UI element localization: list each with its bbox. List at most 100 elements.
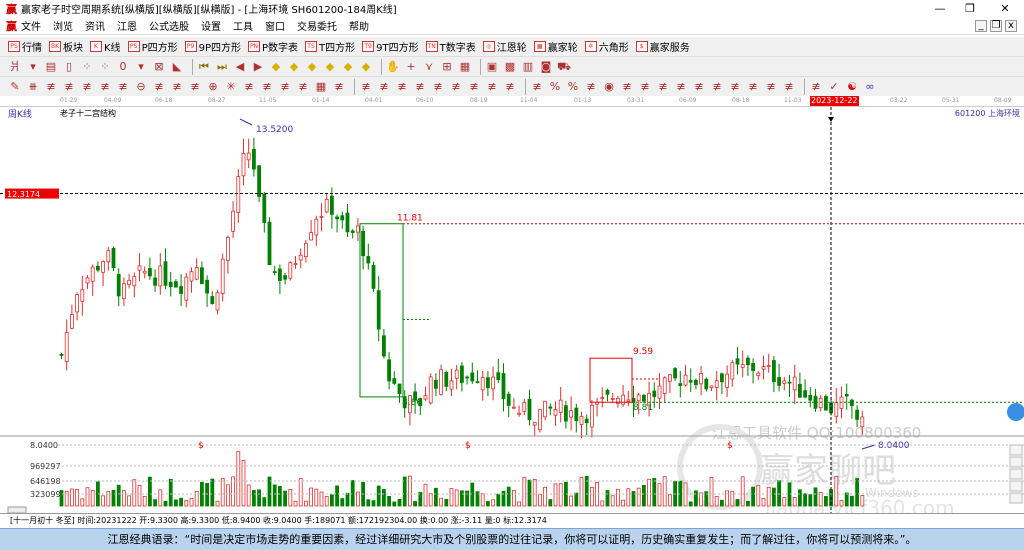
lines-icon[interactable]: ⧻ xyxy=(26,80,40,94)
diamond1-icon[interactable]: ◆ xyxy=(269,60,283,74)
first-icon[interactable]: ⏮ xyxy=(197,60,211,74)
circle-icon[interactable]: ⊖ xyxy=(134,80,148,94)
side-tool-button[interactable] xyxy=(1009,456,1023,468)
next-icon[interactable]: ▶ xyxy=(251,60,265,74)
arrow-icon[interactable]: ≢ xyxy=(116,80,130,94)
speed4-icon[interactable]: ≢ xyxy=(764,80,778,94)
triangle-icon[interactable]: ≢ xyxy=(188,80,202,94)
percent-icon[interactable]: % xyxy=(548,80,562,94)
scatter-icon[interactable]: ⁘ xyxy=(80,60,94,74)
grid4-icon[interactable]: ≢ xyxy=(809,80,823,94)
menu-item-5[interactable]: 设置 xyxy=(201,18,221,33)
book-icon[interactable]: ▥ xyxy=(521,60,535,74)
arrow2-icon[interactable]: ≢ xyxy=(638,80,652,94)
grid2-icon[interactable]: ≢ xyxy=(467,80,481,94)
calc-icon[interactable]: ▩ xyxy=(503,60,517,74)
time-box-1[interactable] xyxy=(359,223,404,398)
pen-icon[interactable]: ✎ xyxy=(8,80,22,94)
cross-icon[interactable]: + xyxy=(404,60,418,74)
target-icon[interactable]: ⊕ xyxy=(206,80,220,94)
angle5-icon[interactable]: ≢ xyxy=(782,80,796,94)
fib-icon[interactable]: ≢ xyxy=(80,80,94,94)
color-icon[interactable]: ◣ xyxy=(170,60,184,74)
angle4-icon[interactable]: ≢ xyxy=(728,80,742,94)
toolbar-button-5[interactable]: PN P数字表 xyxy=(248,39,298,54)
hand-icon[interactable]: ✋ xyxy=(386,60,400,74)
toolbar-button-9[interactable]: ◎ 江恩轮 xyxy=(482,39,527,54)
toolbar-button-6[interactable]: TS T四方形 xyxy=(305,39,355,54)
table-icon[interactable]: ≢ xyxy=(530,80,544,94)
kline-chart[interactable]: 周K线 老子十二宫结构 601200 上海环境江恩工具软件 QQ:100800360… xyxy=(0,107,1024,513)
diamond4-icon[interactable]: ◆ xyxy=(323,60,337,74)
cycle-icon[interactable]: ≢ xyxy=(359,80,373,94)
truck-icon[interactable]: ⛟ xyxy=(557,60,571,74)
diamond5-icon[interactable]: ◆ xyxy=(341,60,355,74)
toolbar-button-0[interactable]: PS 行情 xyxy=(8,39,42,54)
gift-icon[interactable]: ⊞ xyxy=(440,60,454,74)
doc-icon[interactable]: ▯ xyxy=(62,60,76,74)
angle3-icon[interactable]: ≢ xyxy=(692,80,706,94)
mdi-button-0[interactable]: _ xyxy=(975,20,987,32)
toolbar-item[interactable]: ▾ xyxy=(134,60,148,74)
fib2-icon[interactable]: ≢ xyxy=(656,80,670,94)
pct2-icon[interactable]: ≢ xyxy=(584,80,598,94)
chart-icon[interactable]: ▤ xyxy=(44,60,58,74)
spiral-icon[interactable]: ≢ xyxy=(98,80,112,94)
check-icon[interactable]: ✓ xyxy=(827,80,841,94)
v-icon[interactable]: ≢ xyxy=(449,80,463,94)
period-icon[interactable]: 爿 xyxy=(8,60,22,74)
yinyang-icon[interactable]: ☯ xyxy=(845,80,859,94)
menu-item-3[interactable]: 江恩 xyxy=(117,18,137,33)
gold-icon[interactable]: ≢ xyxy=(620,80,634,94)
calendar-icon[interactable]: ▣ xyxy=(485,60,499,74)
menu-item-1[interactable]: 浏览 xyxy=(53,18,73,33)
toolbar-item[interactable]: ▾ xyxy=(26,60,40,74)
grid3-icon[interactable]: ≢ xyxy=(485,80,499,94)
scatter2-icon[interactable]: ⁘ xyxy=(98,60,112,74)
last-icon[interactable]: ⏭ xyxy=(215,60,229,74)
toolbar-button-1[interactable]: BK 板块 xyxy=(49,39,83,54)
mdi-button-2[interactable]: x xyxy=(1005,20,1017,32)
angle2-icon[interactable]: ≢ xyxy=(431,80,445,94)
menu-item-8[interactable]: 交易委托 xyxy=(297,18,337,33)
speed3-icon[interactable]: ≢ xyxy=(746,80,760,94)
menu-item-7[interactable]: 窗口 xyxy=(265,18,285,33)
line-icon[interactable]: ⋎ xyxy=(422,60,436,74)
menu-item-2[interactable]: 资讯 xyxy=(85,18,105,33)
side-tool-button[interactable] xyxy=(1009,444,1023,456)
toolbar-button-2[interactable]: K K线 xyxy=(90,39,121,54)
bars-icon[interactable]: ≢ xyxy=(152,80,166,94)
diamond6-icon[interactable]: ◆ xyxy=(359,60,373,74)
menu-item-0[interactable]: 文件 xyxy=(21,18,41,33)
close-button[interactable]: ✕ xyxy=(990,0,1020,17)
mdi-button-1[interactable]: ❐ xyxy=(990,20,1002,32)
e-icon[interactable]: ≢ xyxy=(710,80,724,94)
toolbar-button-4[interactable]: P9 9P四方形 xyxy=(184,39,241,54)
side-tool-button[interactable] xyxy=(1009,468,1023,480)
diamond3-icon[interactable]: ◆ xyxy=(305,60,319,74)
toolbar-button-7[interactable]: T9 9T四方形 xyxy=(362,39,419,54)
prev-icon[interactable]: ◀ xyxy=(233,60,247,74)
fan3-icon[interactable]: ≢ xyxy=(377,80,391,94)
box2-icon[interactable]: ≢ xyxy=(395,80,409,94)
toolbar-button-3[interactable]: PS P四方形 xyxy=(127,39,178,54)
toolbar-button-10[interactable]: ▦ 赢家轮 xyxy=(533,39,578,54)
toolbar-button-12[interactable]: $ 赢家服务 xyxy=(635,39,690,54)
menu-item-4[interactable]: 公式选股 xyxy=(149,18,189,33)
grid-icon[interactable]: ▦ xyxy=(314,80,328,94)
minimize-button[interactable]: — xyxy=(925,0,955,17)
infinity-icon[interactable]: ∞ xyxy=(863,80,877,94)
speed-icon[interactable]: ≢ xyxy=(278,80,292,94)
side-tool-button[interactable] xyxy=(1009,480,1023,492)
n2-icon[interactable]: ≢ xyxy=(170,80,184,94)
toolbar-button-11[interactable]: ✡ 六角形 xyxy=(584,39,629,54)
fan2-icon[interactable]: ≢ xyxy=(62,80,76,94)
grid-icon[interactable]: ▦ xyxy=(458,60,472,74)
angle-icon[interactable]: ≢ xyxy=(260,80,274,94)
cancel-icon[interactable]: ⊠ xyxy=(152,60,166,74)
fan-icon[interactable]: ≢ xyxy=(44,80,58,94)
star-icon[interactable]: ✳ xyxy=(224,80,238,94)
box3-icon[interactable]: ≢ xyxy=(413,80,427,94)
toolbar-item[interactable]: 0 xyxy=(116,60,130,74)
scroll-right-button[interactable] xyxy=(1007,403,1024,421)
